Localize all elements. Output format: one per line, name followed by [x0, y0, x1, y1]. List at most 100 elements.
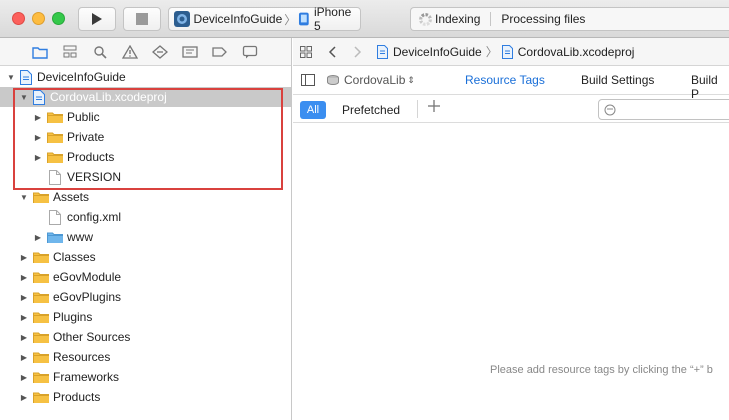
minimize-window-button[interactable] — [32, 12, 45, 25]
project-file-icon — [20, 69, 32, 85]
disclosure-collapsed-icon[interactable]: ▶ — [19, 392, 29, 402]
tree-item[interactable]: ▶ Private — [0, 127, 291, 147]
tree-item-label: config.xml — [67, 210, 122, 224]
tree-item[interactable]: ▶ eGovModule — [0, 267, 291, 287]
folder-icon — [33, 272, 49, 283]
project-navigator: ▼ DeviceInfoGuide ▼ CordovaLib.xcodeproj ▶ Pu… — [0, 38, 292, 420]
tree-item[interactable]: ▶ Plugins — [0, 307, 291, 327]
disclosure-expanded-icon[interactable]: ▼ — [19, 192, 29, 202]
folder-icon — [33, 252, 49, 263]
tree-item[interactable]: ▶ Frameworks — [0, 367, 291, 387]
tag-search-field[interactable] — [598, 99, 729, 120]
disclosure-expanded-icon[interactable]: ▼ — [6, 72, 16, 82]
disclosure-collapsed-icon[interactable]: ▶ — [33, 132, 43, 142]
tree-item[interactable]: ▶ Public — [0, 107, 291, 127]
tree-item[interactable]: ▼ CordovaLib.xcodeproj — [0, 87, 291, 107]
grid-icon — [300, 45, 312, 58]
tree-item[interactable]: ▶ Other Sources — [0, 327, 291, 347]
close-window-button[interactable] — [12, 12, 25, 25]
tab-resource-tags[interactable]: Resource Tags — [465, 73, 545, 87]
tab-build-settings[interactable]: Build Settings — [581, 73, 654, 87]
breadcrumb: DeviceInfoGuide 〉 CordovaLib.xcodeproj — [377, 43, 634, 60]
iphone-icon — [299, 12, 309, 26]
test-navigator-tab[interactable] — [145, 42, 175, 62]
navigator-selector-bar — [0, 38, 291, 66]
disclosure-expanded-icon[interactable]: ▼ — [19, 92, 29, 102]
tree-item[interactable]: ▼ DeviceInfoGuide — [0, 67, 291, 87]
chevron-right-icon: 〉 — [284, 12, 297, 27]
tree-item[interactable]: ▼ Assets — [0, 187, 291, 207]
disclosure-collapsed-icon[interactable]: ▶ — [19, 332, 29, 342]
tree-item[interactable]: ▶ Classes — [0, 247, 291, 267]
chevron-left-icon — [328, 45, 336, 58]
disclosure-collapsed-icon[interactable]: ▶ — [19, 372, 29, 382]
disclosure-collapsed-icon[interactable]: ▶ — [19, 312, 29, 322]
disclosure-collapsed-icon[interactable]: ▶ — [19, 272, 29, 282]
disclosure-collapsed-icon[interactable]: ▶ — [33, 152, 43, 162]
tree-item[interactable]: ▶ www — [0, 227, 291, 247]
folder-icon — [33, 372, 49, 383]
tree-item-label: Plugins — [53, 310, 93, 324]
project-navigator-tab[interactable] — [25, 42, 55, 62]
scheme-name: DeviceInfoGuide — [193, 12, 283, 26]
disclosure-collapsed-icon[interactable]: ▶ — [33, 112, 43, 122]
folder-icon — [32, 46, 48, 59]
tree-item[interactable]: VERSION — [0, 167, 291, 187]
zoom-window-button[interactable] — [52, 12, 65, 25]
stop-button[interactable] — [123, 7, 161, 31]
disclosure-placeholder — [33, 212, 43, 222]
empty-state-message: Please add resource tags by clicking the… — [490, 364, 713, 376]
symbol-navigator-tab[interactable] — [55, 42, 85, 62]
report-navigator-tab[interactable] — [235, 42, 265, 62]
issue-navigator-tab[interactable] — [115, 42, 145, 62]
tree-item[interactable]: config.xml — [0, 207, 291, 227]
related-items-button[interactable] — [293, 38, 319, 66]
activity-view: Indexing Processing files — [410, 7, 729, 31]
breakpoint-navigator-tab[interactable] — [205, 42, 235, 62]
editor-area: DeviceInfoGuide 〉 CordovaLib.xcodeproj C… — [293, 38, 729, 420]
hierarchy-icon — [63, 45, 77, 57]
disclosure-collapsed-icon[interactable]: ▶ — [19, 252, 29, 262]
filter-divider — [417, 100, 418, 118]
tree-item-label: Frameworks — [53, 370, 120, 384]
tree-item-label: Resources — [53, 350, 111, 364]
tree-item[interactable]: ▶ eGovPlugins — [0, 287, 291, 307]
tree-item-label: Other Sources — [53, 330, 131, 344]
tree-item-label: Assets — [53, 190, 90, 204]
tree-item-label: Private — [67, 130, 105, 144]
project-file-icon — [377, 44, 388, 59]
tree-item[interactable]: ▶ Resources — [0, 347, 291, 367]
play-icon — [92, 13, 102, 25]
back-button[interactable] — [319, 38, 345, 66]
activity-divider — [490, 12, 492, 26]
disclosure-collapsed-icon[interactable]: ▶ — [19, 352, 29, 362]
find-navigator-tab[interactable] — [85, 42, 115, 62]
breadcrumb-file[interactable]: CordovaLib.xcodeproj — [518, 45, 635, 59]
filter-prefetched-button[interactable]: Prefetched — [342, 103, 400, 117]
disclosure-collapsed-icon[interactable]: ▶ — [33, 232, 43, 242]
disclosure-placeholder — [33, 172, 43, 182]
folder-icon — [47, 152, 63, 163]
filter-all-button[interactable]: All — [300, 101, 326, 119]
tree-item-label: eGovPlugins — [53, 290, 122, 304]
run-button[interactable] — [78, 7, 116, 31]
filter-icon — [604, 104, 616, 116]
breadcrumb-project[interactable]: DeviceInfoGuide — [393, 45, 482, 59]
debug-navigator-tab[interactable] — [175, 42, 205, 62]
target-name: CordovaLib — [344, 73, 406, 87]
disclosure-collapsed-icon[interactable]: ▶ — [19, 292, 29, 302]
search-icon — [94, 45, 107, 59]
scheme-selector[interactable]: DeviceInfoGuide 〉 iPhone 5 — [168, 5, 361, 33]
target-selector[interactable]: CordovaLib ⇕ — [326, 73, 415, 87]
add-tag-button[interactable] — [427, 99, 441, 116]
sidebar-toggle-button[interactable] — [301, 74, 315, 89]
tree-item[interactable]: ▶ Products — [0, 387, 291, 407]
forward-button[interactable] — [345, 38, 371, 66]
app-icon — [174, 11, 190, 27]
tree-item[interactable]: ▶ Products — [0, 147, 291, 167]
tree-item-label: eGovModule — [53, 270, 122, 284]
tree-item-label: DeviceInfoGuide — [37, 70, 126, 84]
folder-icon — [33, 292, 49, 303]
target-icon — [327, 75, 339, 85]
tree-item-label: VERSION — [67, 170, 122, 184]
